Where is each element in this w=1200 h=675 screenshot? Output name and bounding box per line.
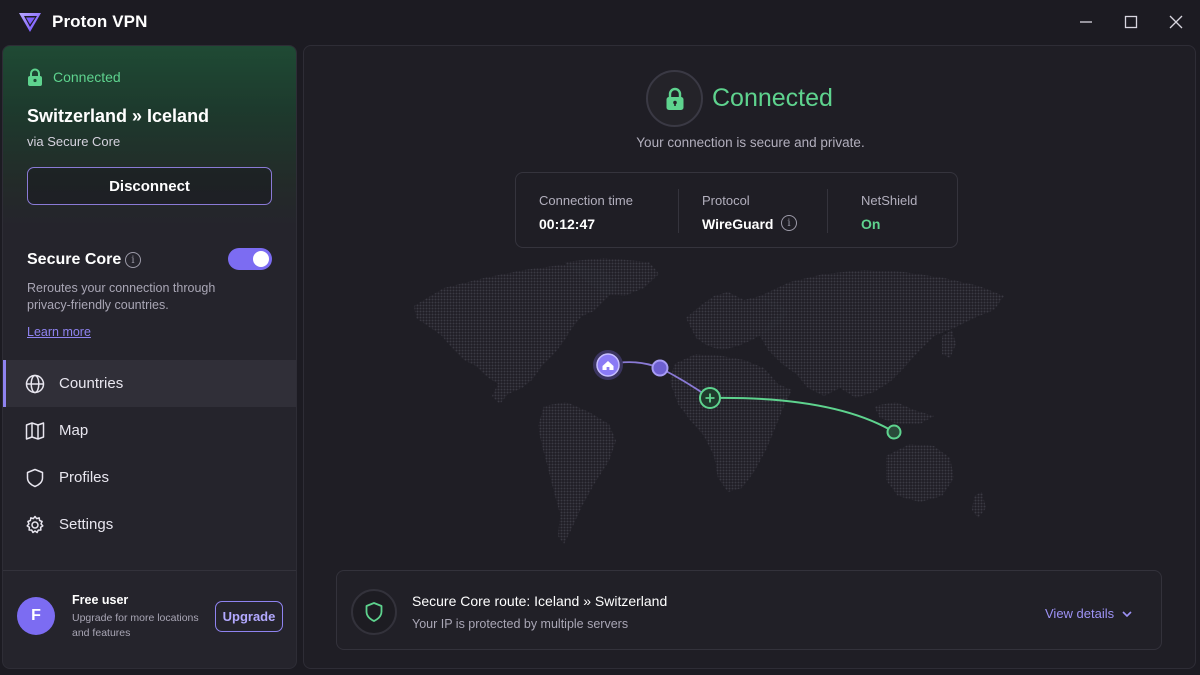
gear-icon: [25, 515, 45, 535]
sidebar-item-map[interactable]: Map: [3, 407, 296, 454]
route-shield-badge: [351, 589, 397, 635]
connection-panel: Connected Switzerland » Iceland via Secu…: [3, 46, 296, 227]
user-panel: F Free user Upgrade for more locations a…: [3, 570, 296, 668]
minimize-icon: [1080, 21, 1092, 23]
secure-core-route-card: Secure Core route: Iceland » Switzerland…: [336, 570, 1162, 650]
australia-shape: [886, 444, 954, 502]
info-icon[interactable]: i: [125, 252, 141, 268]
user-plan-description: Upgrade for more locations and features: [72, 612, 199, 639]
shield-icon: [365, 602, 383, 622]
home-node-icon: [593, 350, 623, 380]
southeast-asia-shape: [874, 402, 934, 424]
route-subtitle: Your IP is protected by multiple servers: [412, 617, 629, 631]
avatar[interactable]: F: [17, 597, 55, 635]
north-america-shape: [414, 264, 619, 404]
new-zealand-shape: [972, 492, 986, 518]
main-connection-status: Connected: [712, 84, 833, 112]
view-details-label: View details: [1045, 606, 1115, 621]
maximize-icon: [1124, 15, 1138, 29]
japan-shape: [942, 330, 956, 358]
iceland-node: [651, 359, 669, 377]
learn-more-link[interactable]: Learn more: [27, 325, 91, 339]
connection-status-text: Connected: [53, 69, 121, 85]
connection-stats: Connection time 00:12:47 Protocol WireGu…: [515, 172, 958, 248]
africa-shape: [670, 354, 792, 492]
sidebar-item-settings[interactable]: Settings: [3, 501, 296, 548]
connection-route: Switzerland » Iceland: [27, 106, 210, 126]
sidebar-item-label: Profiles: [59, 469, 110, 486]
sidebar-nav: Countries Map Profiles Settings: [3, 360, 296, 548]
asia-shape: [760, 270, 1004, 398]
globe-icon: [25, 374, 45, 394]
main-connection-subtitle: Your connection is secure and private.: [636, 135, 865, 150]
server-node: [886, 424, 902, 440]
title-bar: Proton VPN: [0, 0, 1200, 44]
sidebar-item-label: Map: [59, 422, 89, 439]
disconnect-button[interactable]: Disconnect: [27, 167, 272, 205]
world-map: [414, 258, 1004, 544]
sidebar-item-countries[interactable]: Countries: [3, 360, 296, 407]
shield-icon: [25, 468, 45, 488]
app-title: Proton VPN: [52, 12, 148, 31]
lock-icon: [28, 68, 42, 86]
connection-status: Connected: [27, 68, 121, 86]
stat-netshield: NetShield On: [516, 173, 957, 247]
secure-core-description: Reroutes your connection through privacy…: [27, 281, 216, 312]
stat-value: On: [861, 216, 881, 232]
maximize-button[interactable]: [1119, 10, 1143, 34]
user-plan-name: Free user: [72, 593, 129, 607]
connection-via: via Secure Core: [27, 134, 121, 149]
close-icon: [1169, 15, 1183, 29]
sidebar-item-label: Countries: [59, 375, 124, 392]
main-panel: Connected Your connection is secure and …: [303, 45, 1196, 669]
sidebar-item-label: Settings: [59, 516, 114, 533]
map-icon: [25, 421, 45, 441]
upgrade-button[interactable]: Upgrade: [215, 601, 283, 632]
proton-vpn-logo-icon: [19, 13, 41, 32]
view-details-button[interactable]: View details: [1045, 606, 1132, 621]
stat-label: NetShield: [861, 193, 918, 208]
sidebar: Connected Switzerland » Iceland via Secu…: [2, 45, 297, 669]
sidebar-item-profiles[interactable]: Profiles: [3, 454, 296, 501]
chevron-down-icon: [1122, 610, 1132, 617]
lock-icon: [666, 87, 683, 110]
south-america-shape: [538, 402, 616, 544]
connection-lock-badge: [646, 70, 703, 127]
secure-core-title: Secure Core: [27, 251, 122, 268]
route-title: Secure Core route: Iceland » Switzerland: [412, 593, 668, 609]
secure-core-toggle[interactable]: [228, 248, 272, 270]
toggle-knob: [253, 251, 269, 267]
switzerland-node-icon: [699, 387, 721, 409]
minimize-button[interactable]: [1074, 10, 1098, 34]
close-button[interactable]: [1164, 10, 1188, 34]
